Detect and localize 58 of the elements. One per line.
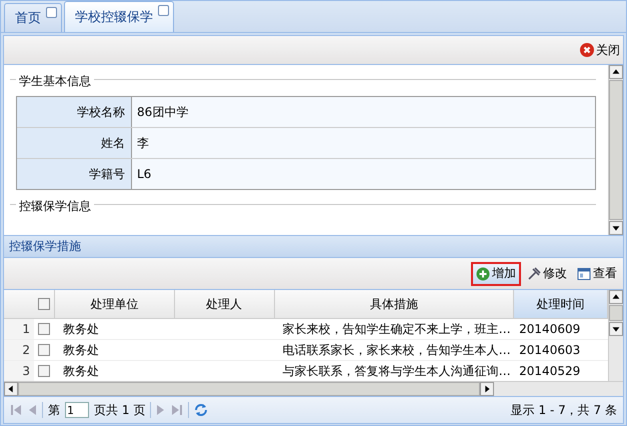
last-page-icon[interactable] [171, 403, 184, 417]
table-cell-text: 教务处 [62, 320, 100, 338]
tools-icon [527, 266, 541, 280]
horizontal-scrollbar[interactable] [4, 381, 623, 396]
tab[interactable]: 学校控辍保学 [64, 1, 174, 32]
column-header[interactable]: 处理人 [174, 290, 275, 318]
section-title: 控辍保学信息 [16, 199, 94, 213]
checkbox[interactable] [38, 298, 50, 310]
scroll-up-icon[interactable] [609, 65, 623, 79]
first-page-icon[interactable] [10, 403, 22, 417]
field-label: 学校名称 [17, 97, 132, 127]
scroll-left-icon[interactable] [4, 382, 18, 396]
scroll-up-icon[interactable] [609, 290, 623, 304]
window-icon [577, 266, 591, 280]
checkbox[interactable] [38, 344, 50, 356]
table-cell-text: 教务处 [62, 342, 100, 358]
scrollbar-thumb[interactable] [18, 382, 480, 396]
toolbar-button[interactable]: 修改 [523, 262, 571, 286]
scroll-right-icon[interactable] [480, 382, 494, 396]
row-number: 3 [4, 361, 34, 381]
vertical-scrollbar[interactable] [608, 290, 623, 381]
toolbar-button[interactable]: 查看 [573, 262, 621, 286]
scrollbar-thumb[interactable] [609, 80, 623, 220]
toolbar-button[interactable]: 增加 [471, 262, 521, 286]
table-cell-text: 20140603 [518, 342, 582, 359]
table-cell-text: 20140609 [518, 321, 582, 338]
tab[interactable]: 首页 [4, 3, 62, 32]
close-button[interactable]: 关闭 [577, 42, 623, 58]
field-label: 姓名 [17, 128, 132, 158]
previous-page-icon[interactable] [27, 403, 37, 417]
checkbox[interactable] [38, 323, 50, 335]
row-number: 1 [4, 319, 34, 339]
page-input[interactable]: 1 [65, 402, 89, 418]
table-cell-text: 20140529 [518, 363, 582, 380]
scroll-down-icon[interactable] [609, 221, 623, 235]
checkbox[interactable] [38, 365, 50, 377]
vertical-scrollbar[interactable] [608, 65, 623, 235]
scrollbar-thumb[interactable] [609, 305, 623, 321]
section-title: 学生基本信息 [16, 74, 94, 88]
scroll-down-icon[interactable] [609, 322, 623, 336]
table-cell-text: 教务处 [62, 362, 100, 380]
next-page-icon[interactable] [156, 403, 166, 417]
refresh-icon[interactable] [194, 403, 208, 417]
plus-icon [476, 266, 490, 280]
grid-title: 控辍保学措施 [4, 236, 623, 258]
field-value: 86团中学 [132, 97, 595, 127]
paging-summary: 显示 1 - 7，共 7 条 [510, 402, 617, 418]
row-number: 2 [4, 340, 34, 360]
field-label: 学籍号 [17, 159, 132, 189]
field-value: L6 [132, 159, 595, 189]
column-header[interactable]: 处理时间 [514, 290, 608, 318]
table-cell-text: 与家长联系，答复将与学生本人沟通征询… [282, 362, 512, 380]
page-count: 页共 1 页 [94, 402, 146, 418]
page-label: 第 [48, 402, 60, 418]
column-header[interactable]: 处理单位 [54, 290, 175, 318]
table-cell-text: 家长来校，告知学生确定不来上学，班主… [282, 320, 512, 338]
field-value: 李 [132, 128, 595, 158]
table-cell-text: 电话联系家长，家长来校，告知学生本人… [282, 342, 512, 358]
